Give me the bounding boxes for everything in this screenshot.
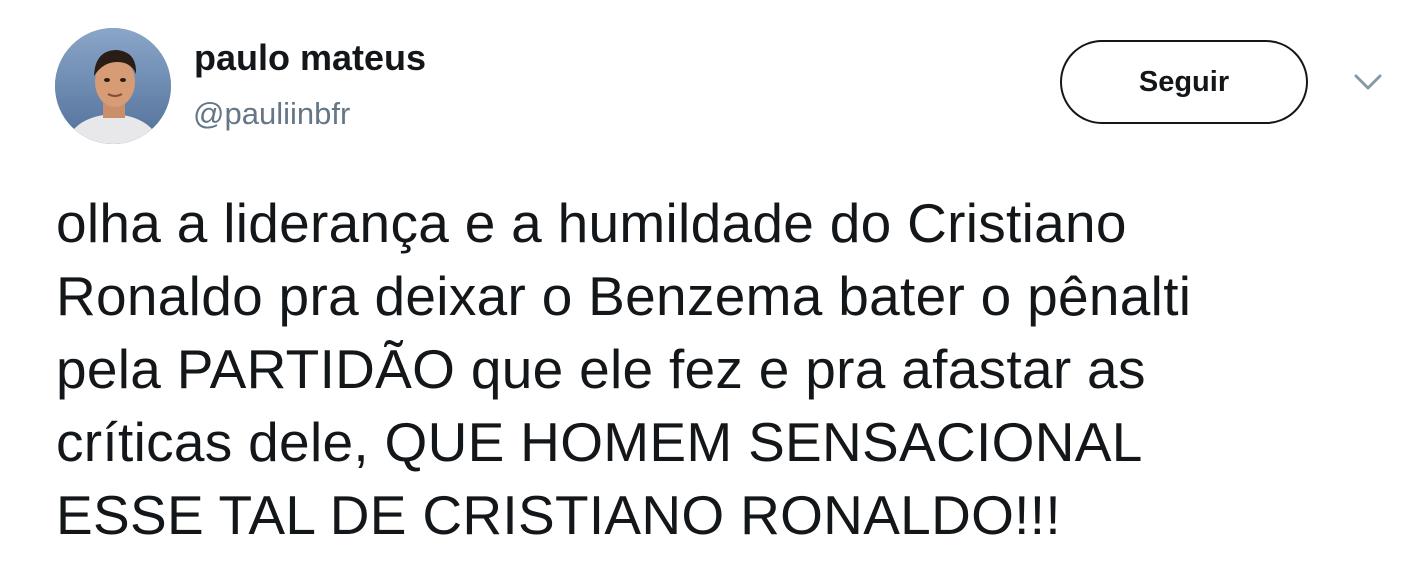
avatar[interactable] xyxy=(55,28,171,144)
tweet-text-line: olha a liderança e a humildade do Cristi… xyxy=(56,192,1127,254)
tweet-text-line: pela PARTIDÃO que ele fez e pra afastar … xyxy=(56,338,1146,400)
chevron-down-icon[interactable] xyxy=(1350,70,1386,94)
profile-photo-avatar-image xyxy=(55,28,171,144)
follow-button[interactable]: Seguir xyxy=(1060,40,1308,124)
tweet-card: paulo mateus @pauliinbfr Seguir olha a l… xyxy=(0,0,1417,575)
tweet-text: olha a liderança e a humildade do Cristi… xyxy=(56,187,1396,552)
author-handle[interactable]: @pauliinbfr xyxy=(193,98,350,129)
tweet-text-line: ESSE TAL DE CRISTIANO RONALDO!!! xyxy=(56,484,1061,546)
tweet-text-line: críticas dele, QUE HOMEM SENSACIONAL xyxy=(56,411,1143,473)
chevron-down-icon-glyph xyxy=(1354,74,1382,90)
author-display-name[interactable]: paulo mateus xyxy=(194,40,426,76)
tweet-text-line: Ronaldo pra deixar o Benzema bater o pên… xyxy=(56,265,1192,327)
